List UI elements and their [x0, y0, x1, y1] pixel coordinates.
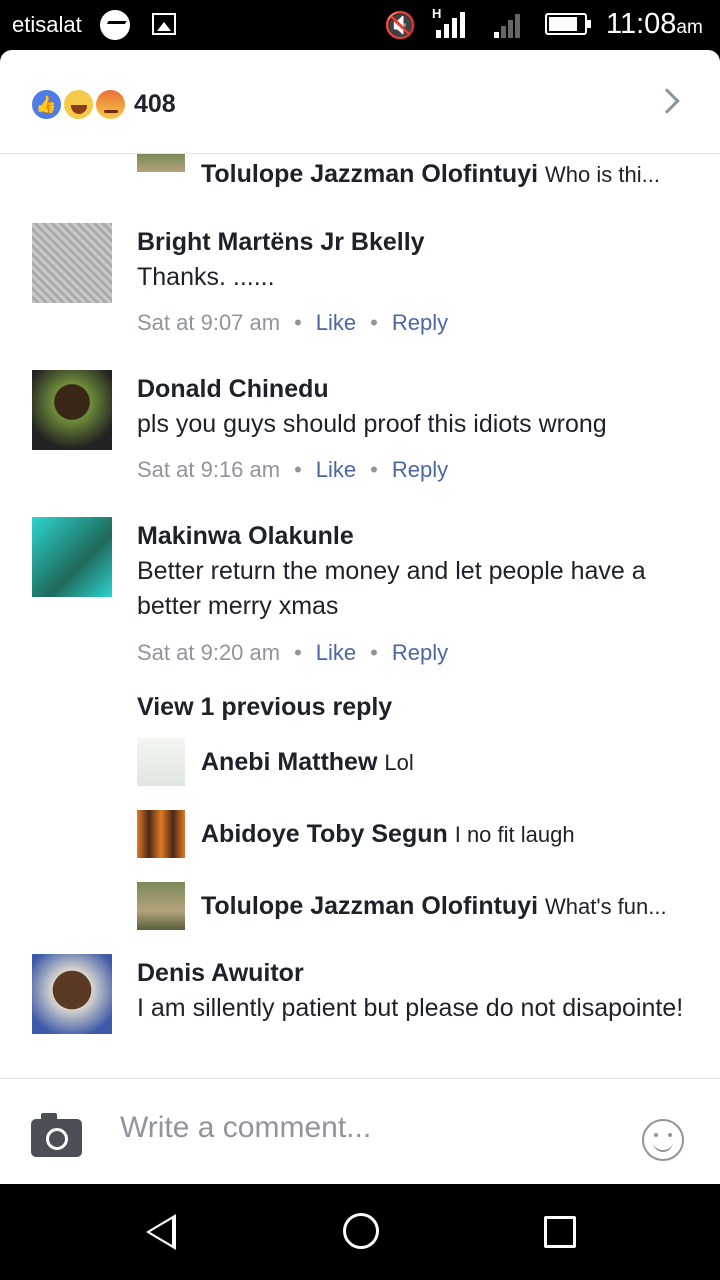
avatar[interactable] — [137, 882, 185, 930]
gallery-icon — [152, 13, 176, 35]
reply-text: I no fit laugh — [454, 822, 575, 847]
reply-item: Tolulope Jazzman Olofintuyi Who is thi..… — [201, 160, 706, 189]
avatar[interactable] — [32, 954, 112, 1034]
commenter-name[interactable]: Bright Martëns Jr Bkelly — [137, 228, 425, 257]
comment-text: Thanks. ...... — [137, 263, 275, 291]
signal-strength-icon: H — [432, 6, 472, 38]
commenter-name[interactable]: Donald Chinedu — [137, 375, 329, 404]
reply-text: Who is thi... — [545, 162, 660, 187]
view-previous-replies-link[interactable]: View 1 previous reply — [137, 693, 392, 722]
reaction-count: 408 — [134, 90, 176, 118]
commenter-name[interactable]: Tolulope Jazzman Olofintuyi — [201, 160, 538, 188]
timestamp: Sat at 9:20 am — [137, 640, 281, 665]
back-icon[interactable] — [146, 1214, 176, 1250]
comment-text: I am sillently patient but please do not… — [137, 994, 684, 1022]
carrier-name: etisalat — [12, 12, 82, 37]
comment-text: Better return the money and let people h… — [137, 557, 646, 620]
camera-icon[interactable] — [31, 1113, 82, 1157]
haha-icon — [62, 88, 95, 121]
home-icon[interactable] — [343, 1213, 379, 1249]
recent-apps-icon[interactable] — [544, 1216, 576, 1248]
avatar[interactable] — [32, 223, 112, 303]
reply-button[interactable]: Reply — [392, 457, 448, 482]
comment-composer: Write a comment... — [0, 1078, 720, 1184]
comment-meta: Sat at 9:16 am • Like • Reply — [137, 457, 449, 482]
avatar[interactable] — [137, 810, 185, 858]
commenter-name[interactable]: Abidoye Toby Segun — [201, 820, 448, 848]
like-icon: 👍 — [30, 88, 63, 121]
comment-input[interactable]: Write a comment... — [120, 1111, 371, 1145]
commenter-name[interactable]: Makinwa Olakunle — [137, 522, 354, 551]
like-button[interactable]: Like — [316, 457, 356, 482]
network-type: H — [432, 6, 442, 21]
emoji-icon[interactable] — [642, 1119, 684, 1161]
messenger-icon — [100, 10, 130, 40]
reply-text: Lol — [384, 750, 414, 775]
status-bar: etisalat 🔇 H 11:08am — [0, 0, 720, 50]
comments-sheet: 👍 408 Tolulope Jazzman Olofintuyi Who is… — [0, 50, 720, 1184]
mute-icon: 🔇 — [384, 10, 417, 40]
avatar[interactable] — [32, 370, 112, 450]
reply-button[interactable]: Reply — [392, 310, 448, 335]
like-button[interactable]: Like — [316, 640, 356, 665]
commenter-name[interactable]: Anebi Matthew — [201, 748, 377, 776]
commenter-name[interactable]: Denis Awuitor — [137, 959, 304, 988]
reactions-bar[interactable]: 👍 408 — [0, 50, 720, 154]
reply-item: Tolulope Jazzman Olofintuyi What's fun..… — [201, 892, 706, 921]
timestamp: Sat at 9:16 am — [137, 457, 281, 482]
reply-text: What's fun... — [545, 894, 667, 919]
reply-item: Anebi Matthew Lol — [201, 748, 706, 777]
comment-text: pls you guys should proof this idiots wr… — [137, 410, 607, 438]
like-button[interactable]: Like — [316, 310, 356, 335]
timestamp: Sat at 9:07 am — [137, 310, 281, 335]
avatar[interactable] — [137, 154, 185, 172]
commenter-name[interactable]: Tolulope Jazzman Olofintuyi — [201, 892, 538, 920]
avatar[interactable] — [137, 738, 185, 786]
comment-meta: Sat at 9:07 am • Like • Reply — [137, 310, 449, 335]
reply-item: Abidoye Toby Segun I no fit laugh — [201, 820, 706, 849]
avatar[interactable] — [32, 517, 112, 597]
sim2-signal-icon — [494, 8, 522, 38]
navigation-bar — [0, 1184, 720, 1280]
angry-icon — [94, 88, 127, 121]
chevron-right-icon[interactable] — [654, 88, 680, 114]
clock: 11:08am — [606, 8, 703, 40]
comment-meta: Sat at 9:20 am • Like • Reply — [137, 640, 449, 665]
battery-icon — [545, 13, 591, 35]
reply-button[interactable]: Reply — [392, 640, 448, 665]
